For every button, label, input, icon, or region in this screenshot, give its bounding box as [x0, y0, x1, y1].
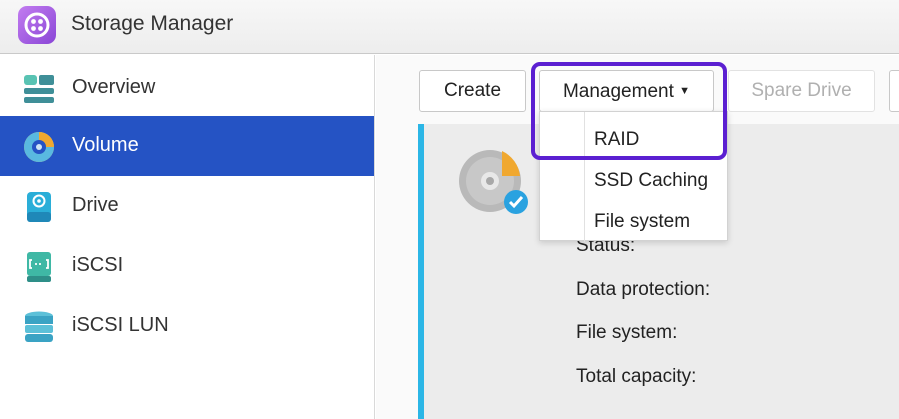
- menu-item-ssd-caching[interactable]: SSD Caching: [594, 170, 708, 192]
- title-bar: Storage Manager: [0, 0, 899, 54]
- sidebar-item-label: Drive: [72, 194, 119, 216]
- sidebar-item-overview[interactable]: Overview: [0, 58, 374, 118]
- drive-icon: [27, 192, 51, 222]
- sidebar-item-label: iSCSI: [72, 254, 124, 276]
- sidebar: Overview Volume Drive iSCSI iSCSI LUN: [0, 55, 375, 419]
- spare-drive-button[interactable]: Spare Drive: [728, 70, 875, 112]
- total-capacity-label: Total capacity:: [576, 366, 697, 387]
- volume-icon: [24, 132, 54, 162]
- highlight-box: [531, 62, 727, 160]
- more-toolbar-button[interactable]: [889, 70, 899, 112]
- sidebar-item-label: iSCSI LUN: [72, 314, 169, 336]
- volume-accent-bar: [418, 124, 424, 419]
- sidebar-item-label: Overview: [72, 76, 156, 98]
- file-system-label: File system:: [576, 322, 678, 343]
- app-title: Storage Manager: [71, 12, 234, 35]
- volume-disk-icon: [459, 150, 528, 214]
- data-protection-label: Data protection:: [576, 279, 711, 300]
- storage-manager-icon: [18, 6, 56, 44]
- sidebar-item-drive[interactable]: Drive: [0, 176, 374, 236]
- menu-item-file-system[interactable]: File system: [594, 211, 690, 233]
- create-button[interactable]: Create: [419, 70, 526, 112]
- sidebar-item-iscsi-lun[interactable]: iSCSI LUN: [0, 296, 374, 356]
- overview-icon: [24, 75, 54, 103]
- sidebar-item-volume[interactable]: Volume: [0, 116, 374, 176]
- iscsi-icon: [27, 252, 51, 282]
- iscsi-lun-icon: [25, 311, 53, 342]
- sidebar-item-iscsi[interactable]: iSCSI: [0, 236, 374, 296]
- sidebar-item-label: Volume: [72, 134, 139, 156]
